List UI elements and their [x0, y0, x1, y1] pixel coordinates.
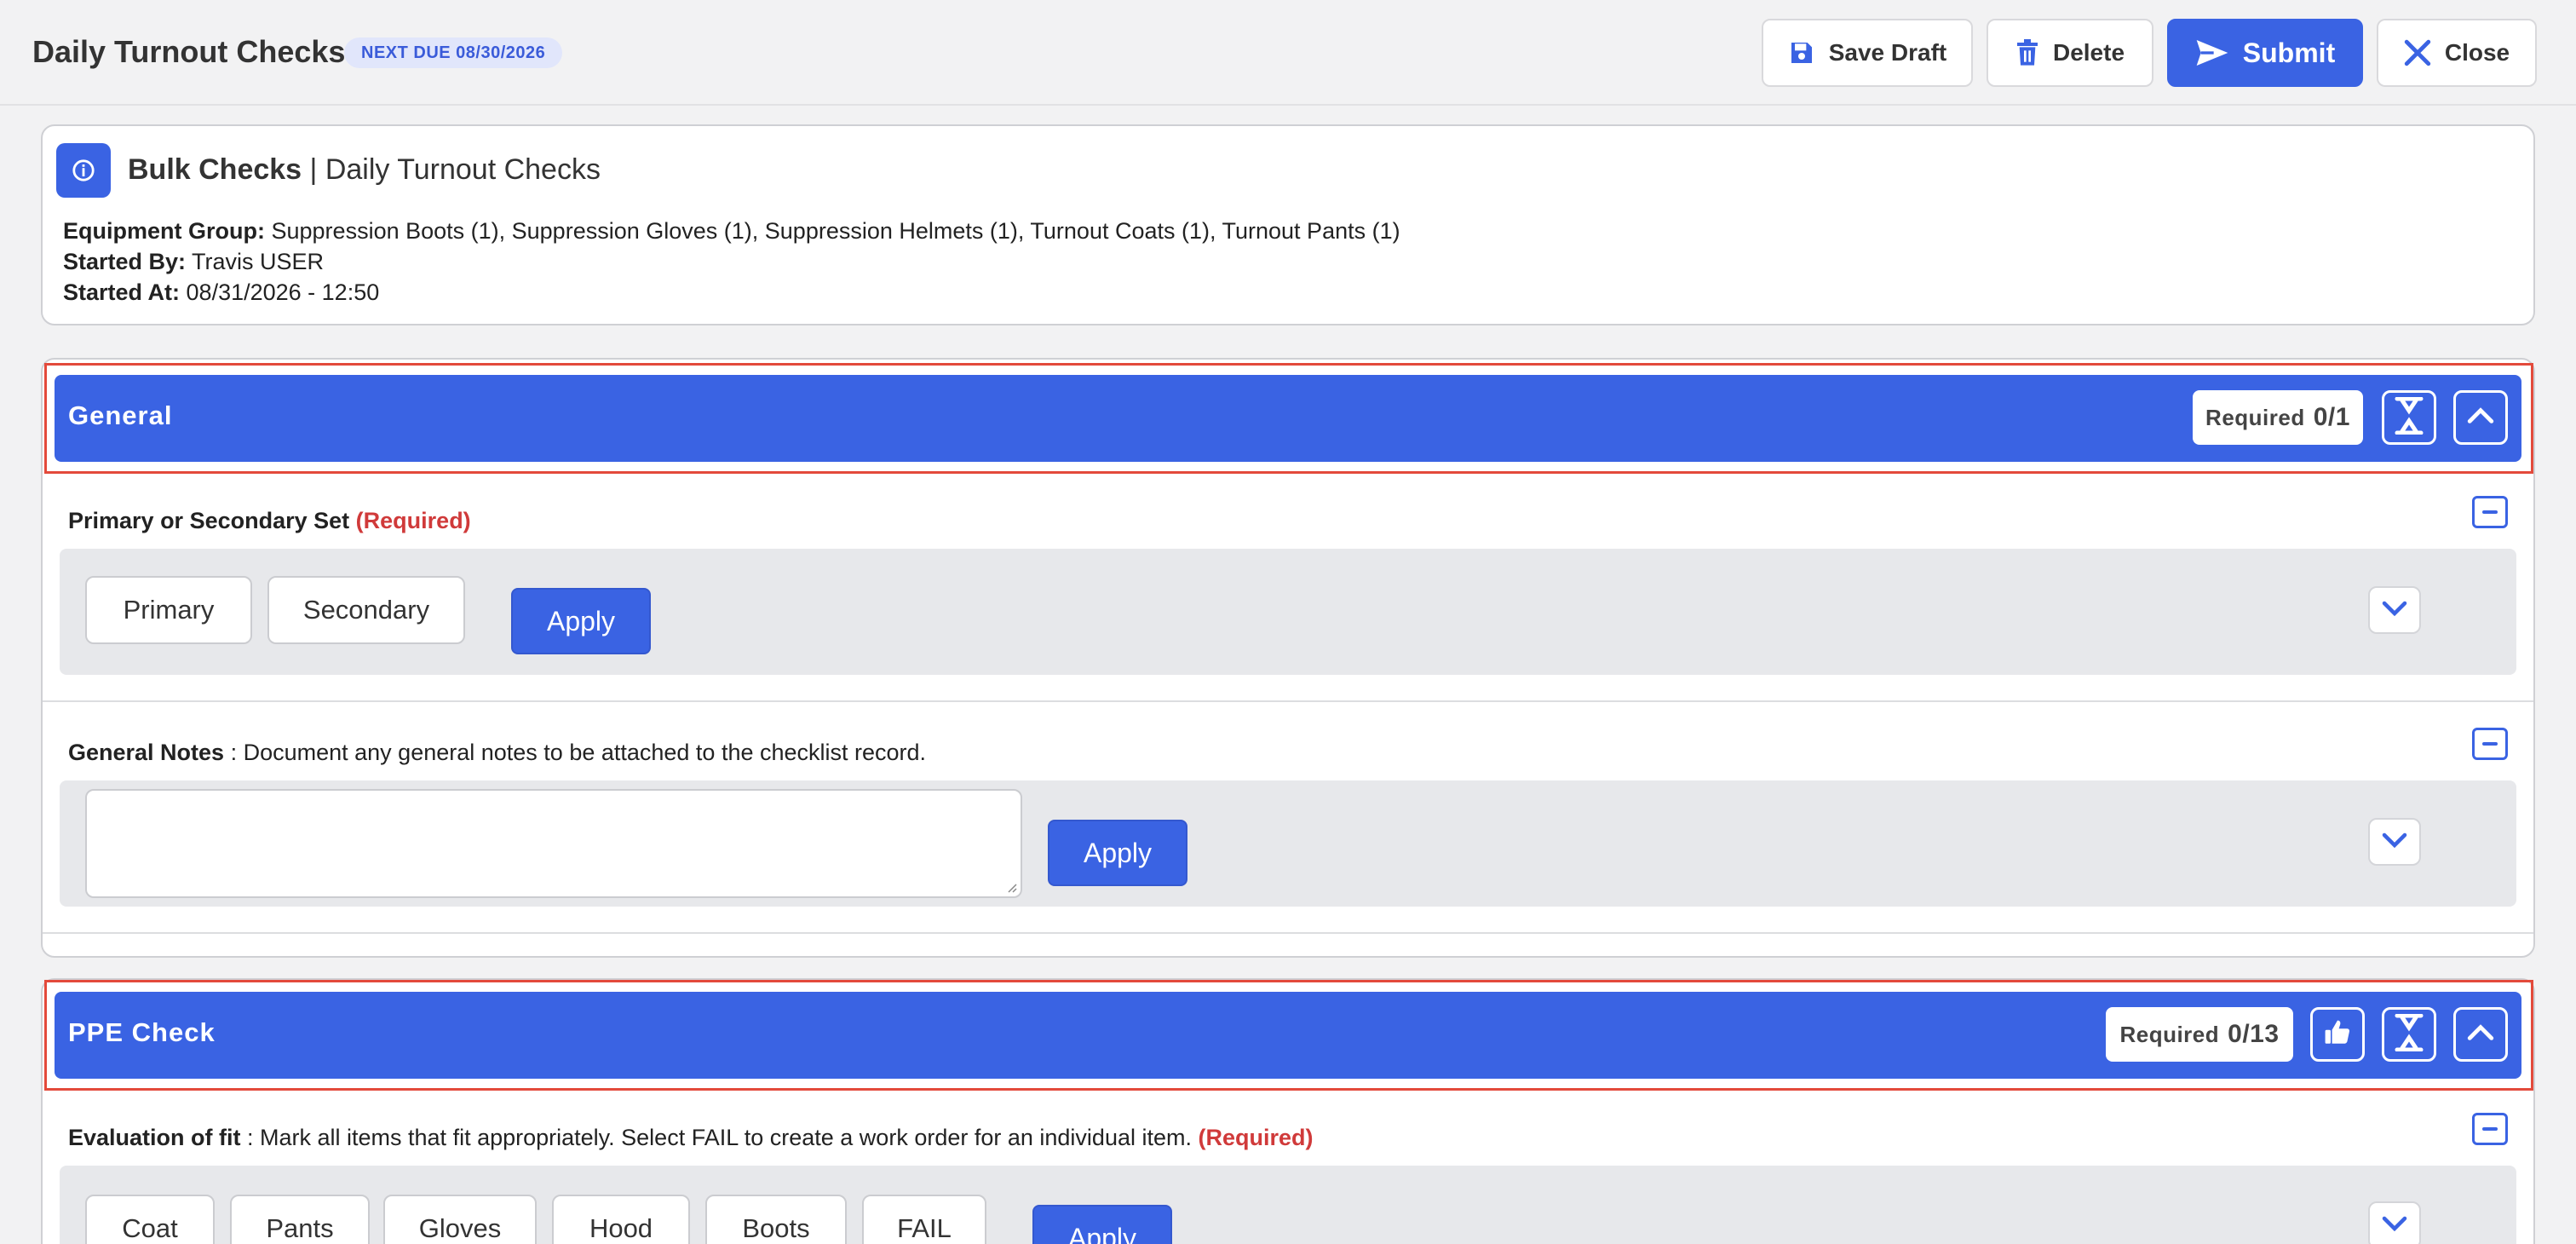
close-label: Close: [2444, 39, 2510, 66]
submit-button[interactable]: Submit: [2167, 19, 2363, 87]
info-heading-bold: Bulk Checks: [128, 153, 302, 186]
equipment-group-line: Equipment Group: Suppression Boots (1), …: [63, 218, 1400, 245]
question-description: : Mark all items that fit appropriately.…: [240, 1125, 1192, 1150]
required-label: Required: [2119, 1021, 2220, 1047]
evaluation-of-fit-question-label: Evaluation of fit : Mark all items that …: [68, 1125, 1314, 1151]
required-label: Required: [2205, 404, 2305, 430]
bulk-checks-info-card: Bulk Checks | Daily Turnout Checks Equip…: [41, 124, 2535, 325]
general-notes-textarea[interactable]: [85, 789, 1022, 898]
page-title: Daily Turnout Checks: [32, 34, 346, 69]
primary-secondary-collapse-button[interactable]: [2472, 496, 2508, 528]
trash-icon: [2015, 39, 2039, 66]
chevron-up-icon: [2467, 406, 2494, 429]
question-title: Evaluation of fit: [68, 1125, 241, 1150]
required-marker: (Required): [355, 508, 471, 533]
question-divider: [43, 700, 2533, 702]
option-gloves[interactable]: Gloves: [383, 1195, 537, 1244]
info-heading-rest: | Daily Turnout Checks: [309, 153, 601, 186]
started-at-line: Started At: 08/31/2026 - 12:50: [63, 279, 379, 306]
ppe-check-section-title: PPE Check: [68, 1017, 216, 1047]
general-section-header[interactable]: General Required 0/1: [55, 375, 2521, 462]
chevron-down-icon: [2382, 1216, 2407, 1235]
evaluation-of-fit-expand-button[interactable]: [2368, 1201, 2421, 1244]
primary-secondary-expand-button[interactable]: [2368, 586, 2421, 634]
save-draft-button[interactable]: Save Draft: [1762, 19, 1973, 87]
question-title: General Notes: [68, 740, 225, 765]
equipment-group-value: Suppression Boots (1), Suppression Glove…: [271, 218, 1400, 244]
collapse-arrows-icon: [2392, 396, 2426, 439]
thumbs-up-icon: [2324, 1019, 2351, 1051]
submit-label: Submit: [2242, 37, 2336, 68]
chevron-up-icon: [2467, 1023, 2494, 1046]
ppe-collapse-all-button[interactable]: [2382, 1007, 2436, 1062]
started-at-label: Started At:: [63, 279, 181, 305]
x-icon: [2404, 39, 2431, 66]
started-at-value: 08/31/2026 - 12:50: [186, 279, 380, 305]
evaluation-of-fit-apply-button[interactable]: Apply: [1032, 1205, 1172, 1244]
minus-icon: [2482, 510, 2498, 514]
option-hood[interactable]: Hood: [552, 1195, 690, 1244]
ppe-pass-all-button[interactable]: [2310, 1007, 2365, 1062]
option-pants[interactable]: Pants: [230, 1195, 370, 1244]
floppy-disk-icon: [1788, 39, 1815, 66]
delete-label: Delete: [2052, 39, 2125, 66]
started-by-line: Started By: Travis USER: [63, 249, 324, 275]
general-section-title: General: [68, 400, 173, 430]
primary-secondary-apply-button[interactable]: Apply: [511, 588, 651, 654]
question-title: Primary or Secondary Set: [68, 508, 350, 533]
chevron-down-icon: [2382, 832, 2407, 852]
close-button[interactable]: Close: [2377, 19, 2537, 87]
general-required-counter: Required 0/1: [2193, 390, 2363, 445]
required-count: 0/1: [2313, 403, 2350, 431]
ppe-toggle-button[interactable]: [2453, 1007, 2508, 1062]
equipment-group-label: Equipment Group:: [63, 218, 265, 244]
started-by-label: Started By:: [63, 249, 187, 274]
info-heading: Bulk Checks | Daily Turnout Checks: [128, 153, 601, 187]
paper-plane-icon: [2195, 38, 2229, 67]
minus-icon: [2482, 742, 2498, 746]
ppe-required-counter: Required 0/13: [2106, 1007, 2293, 1062]
section-bottom-divider: [43, 932, 2533, 934]
delete-button[interactable]: Delete: [1987, 19, 2153, 87]
option-secondary[interactable]: Secondary: [267, 576, 465, 644]
option-coat[interactable]: Coat: [85, 1195, 215, 1244]
resize-grip-icon[interactable]: [1005, 881, 1017, 893]
evaluation-of-fit-collapse-button[interactable]: [2472, 1113, 2508, 1145]
general-collapse-all-button[interactable]: [2382, 390, 2436, 445]
ppe-check-section-header[interactable]: PPE Check Required 0/13: [55, 992, 2521, 1079]
collapse-arrows-icon: [2392, 1013, 2426, 1056]
save-draft-label: Save Draft: [1828, 39, 1947, 66]
general-toggle-button[interactable]: [2453, 390, 2508, 445]
info-circle-icon: [56, 143, 111, 198]
option-primary[interactable]: Primary: [85, 576, 252, 644]
top-bar: Daily Turnout Checks NEXT DUE 08/30/2026…: [0, 0, 2576, 106]
question-description: : Document any general notes to be attac…: [224, 740, 927, 765]
general-notes-collapse-button[interactable]: [2472, 728, 2508, 760]
option-boots[interactable]: Boots: [705, 1195, 847, 1244]
required-count: 0/13: [2228, 1020, 2280, 1048]
required-marker: (Required): [1198, 1125, 1314, 1150]
general-notes-question-label: General Notes : Document any general not…: [68, 740, 926, 766]
general-notes-apply-button[interactable]: Apply: [1048, 820, 1187, 886]
chevron-down-icon: [2382, 601, 2407, 620]
general-notes-expand-button[interactable]: [2368, 818, 2421, 866]
next-due-badge: NEXT DUE 08/30/2026: [344, 37, 563, 68]
started-by-value: Travis USER: [192, 249, 325, 274]
minus-icon: [2482, 1127, 2498, 1131]
primary-secondary-question-label: Primary or Secondary Set (Required): [68, 508, 471, 534]
option-fail[interactable]: FAIL: [862, 1195, 986, 1244]
